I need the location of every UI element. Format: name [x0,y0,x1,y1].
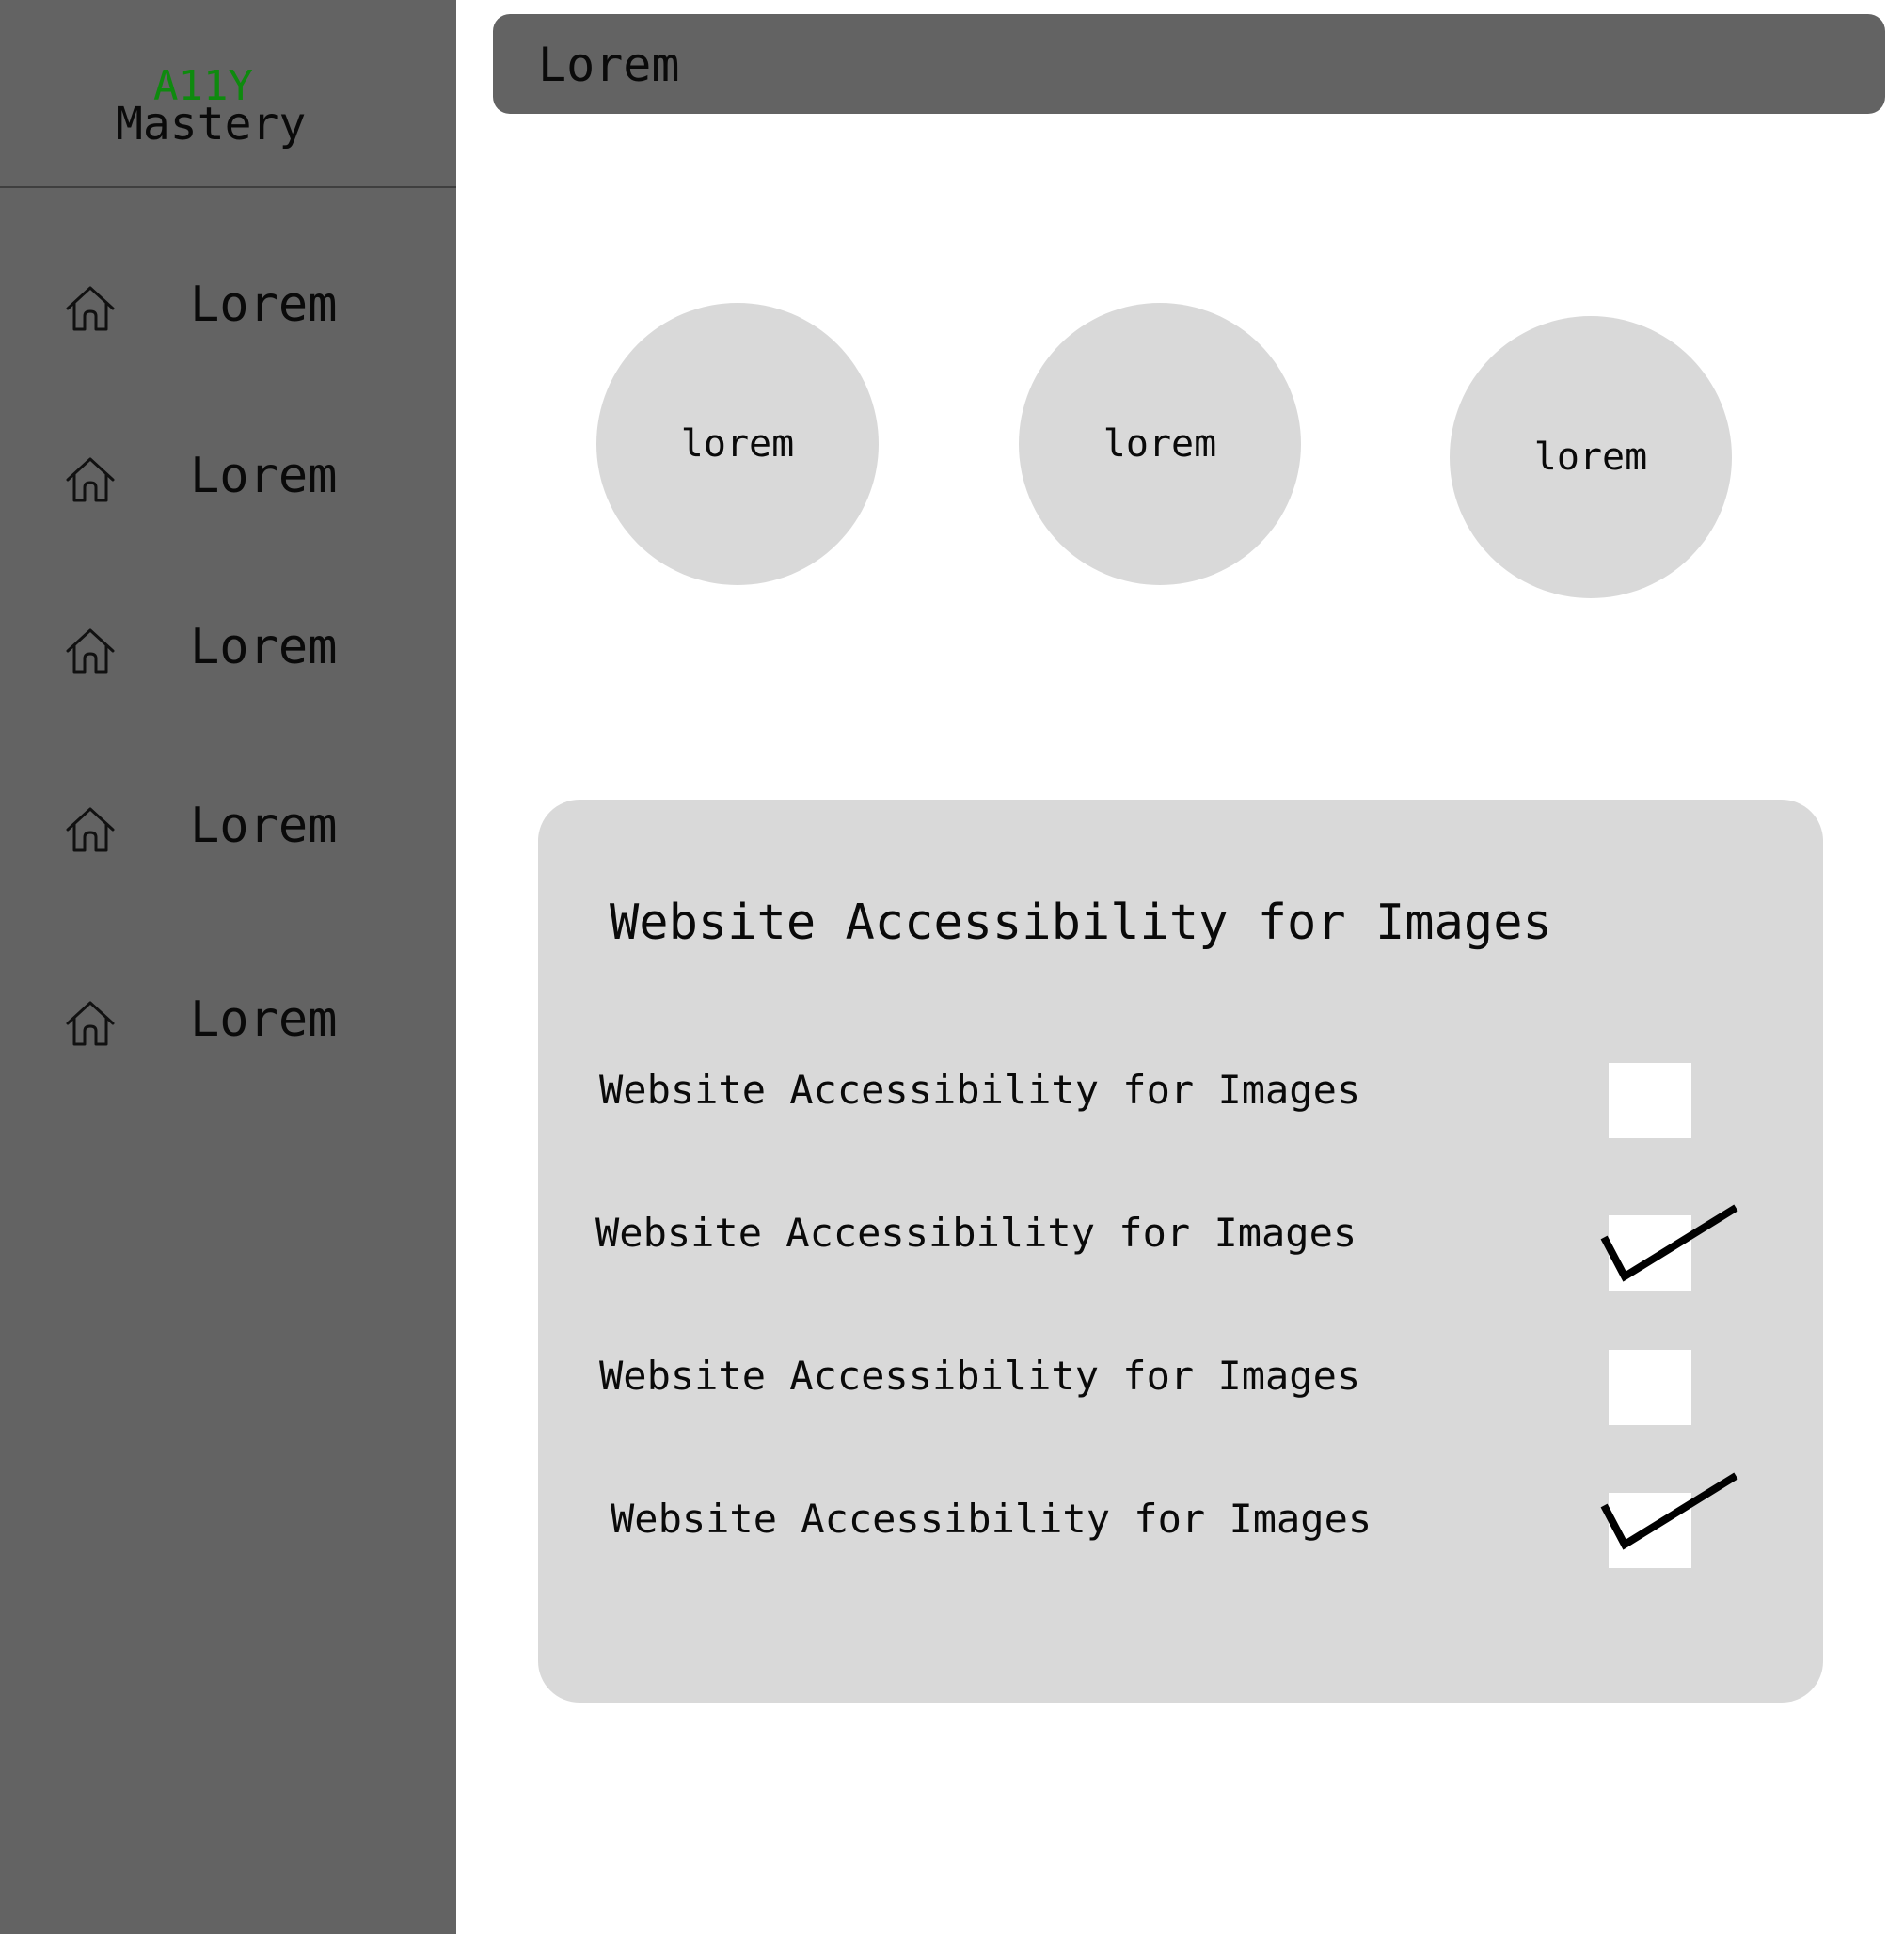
checklist-item-label: Website Accessibility for Images [611,1496,1372,1542]
sidebar-item-label: Lorem [190,798,338,854]
sidebar-item-label: Lorem [190,991,338,1048]
checklist-card: Website Accessibility for Images Website… [538,800,1823,1703]
home-icon [66,628,115,674]
checkbox-3[interactable] [1609,1350,1691,1425]
circle-button-1[interactable]: lorem [596,303,879,585]
card-title: Website Accessibility for Images [610,895,1552,951]
circle-label: lorem [1103,422,1217,466]
brand-logo[interactable]: A11Y Mastery [0,0,456,188]
brand-name-text: Mastery [116,98,307,151]
checklist-item-label: Website Accessibility for Images [599,1353,1361,1399]
circle-button-3[interactable]: lorem [1450,316,1732,598]
home-icon [66,286,115,331]
checklist-item-label: Website Accessibility for Images [595,1210,1357,1256]
sidebar-item-5[interactable]: Lorem [0,971,456,1074]
sidebar: A11Y Mastery Lorem Lorem Lorem Lorem Lor… [0,0,456,1934]
sidebar-item-label: Lorem [190,619,338,675]
checkbox-2[interactable] [1609,1215,1691,1291]
home-icon [66,457,115,502]
sidebar-item-3[interactable]: Lorem [0,598,456,702]
home-icon [66,807,115,852]
sidebar-item-label: Lorem [190,448,338,504]
page-title: Lorem [538,38,680,92]
checklist-item-label: Website Accessibility for Images [599,1067,1361,1113]
home-icon [66,1001,115,1046]
sidebar-item-1[interactable]: Lorem [0,256,456,359]
sidebar-item-4[interactable]: Lorem [0,777,456,880]
sidebar-item-2[interactable]: Lorem [0,427,456,531]
circle-label: lorem [680,422,795,466]
sidebar-item-label: Lorem [190,277,338,333]
top-bar: Lorem [493,14,1885,114]
checkbox-4[interactable] [1609,1493,1691,1568]
circle-button-2[interactable]: lorem [1019,303,1301,585]
checkbox-1[interactable] [1609,1063,1691,1138]
circle-label: lorem [1533,436,1648,479]
